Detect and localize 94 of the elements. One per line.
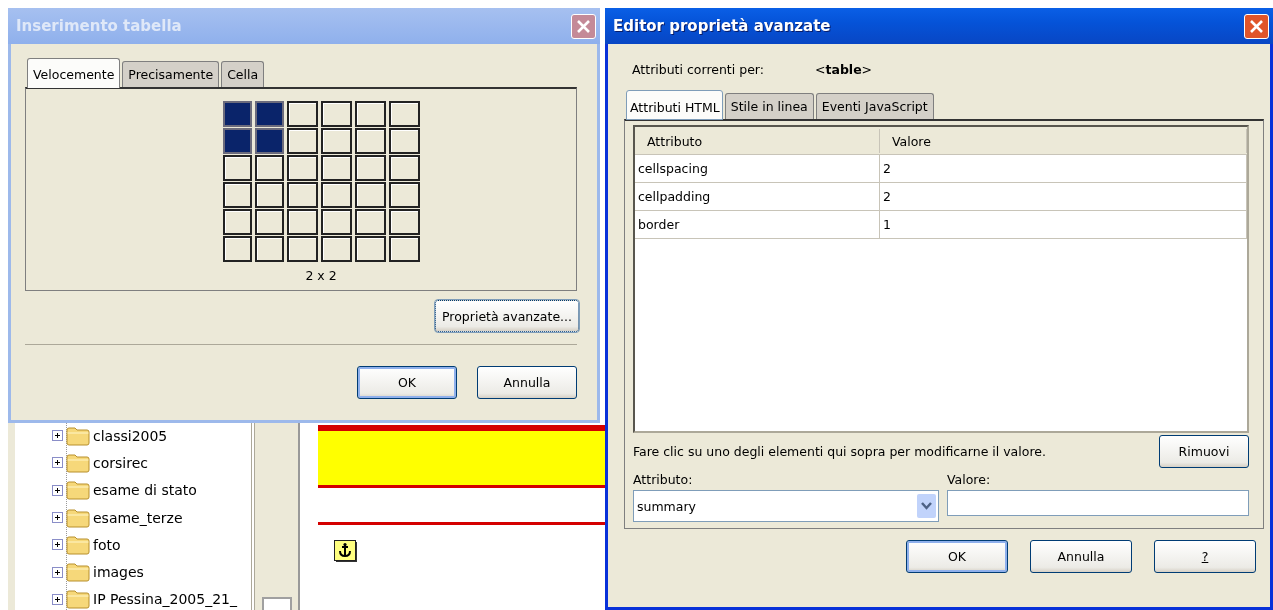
anchor-icon <box>334 540 358 563</box>
hint-text: Fare clic su uno degli elementi qui sopra per modificarne il valore. <box>633 444 1046 459</box>
value-input-field[interactable] <box>947 490 1249 516</box>
folder-icon <box>66 507 90 528</box>
grid-cell[interactable] <box>286 209 318 235</box>
folder-label[interactable]: foto <box>93 536 121 553</box>
folder-label[interactable]: images <box>93 564 144 581</box>
expand-icon[interactable] <box>52 457 63 469</box>
close-button[interactable] <box>571 13 596 39</box>
grid-cell[interactable] <box>254 236 284 262</box>
dialog-button[interactable]: OK <box>357 366 457 399</box>
grid-cell[interactable] <box>354 155 386 181</box>
help-button[interactable]: ? <box>1154 540 1256 573</box>
expand-icon[interactable] <box>52 566 63 578</box>
remove-button[interactable]: Rimuovi <box>1159 435 1249 468</box>
chevron-down-icon <box>917 494 936 518</box>
table-cell: 1 <box>880 211 1247 238</box>
table-cell: cellpadding <box>635 183 880 210</box>
grid-cell[interactable] <box>254 209 284 235</box>
grid-cell[interactable] <box>388 101 420 127</box>
dialog-button[interactable]: Annulla <box>1030 540 1132 573</box>
table-cell: cellspacing <box>635 155 880 182</box>
grid-cell[interactable] <box>354 209 386 235</box>
folder-icon <box>66 589 90 610</box>
expand-icon[interactable] <box>52 539 63 551</box>
attribute-label: Attributo: <box>633 472 694 487</box>
tab[interactable]: Attributi HTML <box>626 90 723 120</box>
folder-icon <box>66 480 90 501</box>
folder-icon <box>66 562 90 583</box>
folder-label[interactable]: esame di stato <box>93 482 197 499</box>
value-label: Valore: <box>947 472 992 487</box>
grid-cell[interactable] <box>354 128 386 154</box>
tab[interactable]: Velocemente <box>27 58 121 88</box>
grid-cell[interactable] <box>388 236 420 262</box>
grid-cell[interactable] <box>388 128 420 154</box>
grid-cell[interactable] <box>320 101 352 127</box>
grid-cell[interactable] <box>222 155 252 181</box>
window-title: Inserimento tabella <box>16 17 182 35</box>
grid-cell[interactable] <box>320 155 352 181</box>
attribute-dropdown[interactable]: summary <box>633 490 939 522</box>
grid-cell[interactable] <box>222 128 252 154</box>
tab[interactable]: Precisamente <box>122 61 220 87</box>
dialog-button[interactable]: Annulla <box>477 366 577 399</box>
current-element-label: Attributi correnti per: <box>632 61 765 77</box>
grid-cell[interactable] <box>320 209 352 235</box>
grid-cell[interactable] <box>388 155 420 181</box>
window-title: Editor proprietà avanzate <box>613 17 831 35</box>
table-cell: border <box>635 211 880 238</box>
close-icon <box>577 19 590 33</box>
grid-cell[interactable] <box>286 155 318 181</box>
folder-icon <box>66 425 90 446</box>
grid-cell[interactable] <box>254 128 284 154</box>
tab[interactable]: Eventi JavaScript <box>815 93 934 119</box>
grid-cell[interactable] <box>320 236 352 262</box>
grid-cell[interactable] <box>320 128 352 154</box>
grid-cell[interactable] <box>222 101 252 127</box>
expand-icon[interactable] <box>52 593 63 605</box>
grid-cell[interactable] <box>222 209 252 235</box>
grid-cell[interactable] <box>254 101 284 127</box>
grid-cell[interactable] <box>222 236 252 262</box>
grid-cell[interactable] <box>254 182 284 208</box>
grid-cell[interactable] <box>388 209 420 235</box>
folder-label[interactable]: IP Pessina_2005_21_ <box>93 591 237 608</box>
close-icon <box>1250 19 1263 33</box>
table-cell: 2 <box>880 183 1247 210</box>
grid-cell[interactable] <box>286 182 318 208</box>
folder-label[interactable]: corsirec <box>93 454 148 471</box>
grid-cell[interactable] <box>354 182 386 208</box>
tab[interactable]: Cella <box>221 61 265 87</box>
folder-icon <box>66 534 90 555</box>
grid-cell[interactable] <box>354 236 386 262</box>
dialog-button[interactable]: OK <box>906 540 1008 573</box>
folder-icon <box>66 452 90 473</box>
splitter-bar[interactable] <box>255 423 300 610</box>
table-cell: 2 <box>880 155 1247 182</box>
current-element-tag: <table> <box>815 61 873 77</box>
grid-cell[interactable] <box>286 128 318 154</box>
grid-cell[interactable] <box>254 155 284 181</box>
expand-icon[interactable] <box>52 430 63 442</box>
table-size-label: 2 x 2 <box>305 268 337 283</box>
expand-icon[interactable] <box>52 512 63 524</box>
folder-label[interactable]: esame_terze <box>93 509 183 526</box>
tab[interactable]: Stile in linea <box>724 93 814 119</box>
advanced-properties-button[interactable]: Proprietà avanzate... <box>435 300 579 332</box>
expand-icon[interactable] <box>52 484 63 496</box>
grid-cell[interactable] <box>354 101 386 127</box>
grid-cell[interactable] <box>388 182 420 208</box>
close-button[interactable] <box>1244 13 1269 39</box>
grid-cell[interactable] <box>222 182 252 208</box>
grid-cell[interactable] <box>286 236 318 262</box>
grid-cell[interactable] <box>286 101 318 127</box>
grid-cell[interactable] <box>320 182 352 208</box>
scroll-button[interactable] <box>261 597 292 610</box>
folder-label[interactable]: classi2005 <box>93 427 168 444</box>
